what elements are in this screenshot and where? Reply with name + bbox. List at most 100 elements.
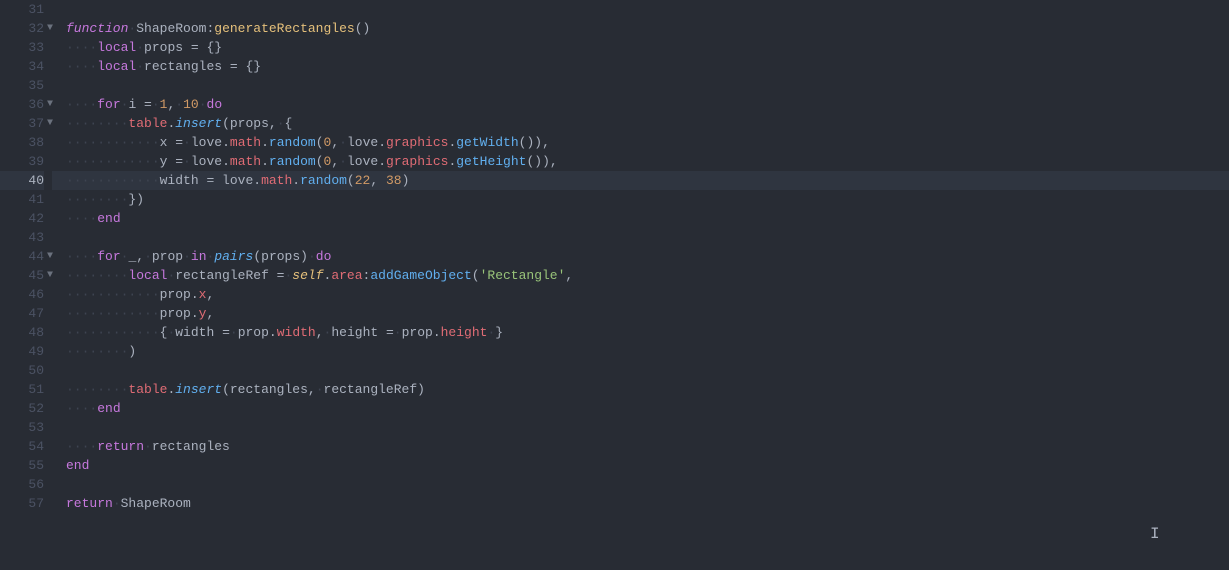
- token-punc: .: [253, 173, 261, 188]
- line-number[interactable]: 53: [0, 418, 44, 437]
- code-line[interactable]: [66, 475, 1229, 494]
- code-line[interactable]: ············{·width =·prop.width,·height…: [66, 323, 1229, 342]
- token-id: rectangles: [152, 439, 230, 454]
- token-kw: function: [66, 21, 128, 36]
- code-line[interactable]: ········local·rectangleRef =·self.area:a…: [66, 266, 1229, 285]
- code-line[interactable]: ············prop.x,: [66, 285, 1229, 304]
- token-ws: ········: [66, 192, 128, 207]
- token-ws: ············: [66, 154, 160, 169]
- token-kw2: do: [316, 249, 332, 264]
- code-line[interactable]: [66, 228, 1229, 247]
- line-number[interactable]: 36▼: [0, 95, 44, 114]
- token-prop: graphics: [386, 135, 448, 150]
- code-line[interactable]: ····local·rectangles = {}: [66, 57, 1229, 76]
- code-line[interactable]: ····end: [66, 209, 1229, 228]
- line-number[interactable]: 31: [0, 0, 44, 19]
- code-line[interactable]: ····for·_,·prop·in·pairs(props)·do: [66, 247, 1229, 266]
- code-area[interactable]: function·ShapeRoom:generateRectangles()·…: [52, 0, 1229, 570]
- token-ws: ·: [144, 249, 152, 264]
- token-id: love: [191, 154, 222, 169]
- line-number[interactable]: 43: [0, 228, 44, 247]
- code-line[interactable]: ····return·rectangles: [66, 437, 1229, 456]
- token-ws: ············: [66, 135, 160, 150]
- token-ws: ·: [183, 154, 191, 169]
- code-line[interactable]: ····end: [66, 399, 1229, 418]
- token-prop: table: [128, 382, 167, 397]
- token-ws: ·: [175, 97, 183, 112]
- token-punc: ): [128, 344, 136, 359]
- code-editor[interactable]: 3132▼33343536▼37▼38394041424344▼45▼46474…: [0, 0, 1229, 570]
- line-gutter[interactable]: 3132▼33343536▼37▼38394041424344▼45▼46474…: [0, 0, 52, 570]
- code-line[interactable]: [66, 361, 1229, 380]
- token-punc: .: [191, 306, 199, 321]
- token-num: 38: [386, 173, 402, 188]
- token-builtin: insert: [175, 116, 222, 131]
- token-op: =: [230, 59, 238, 74]
- token-fn: getWidth: [456, 135, 518, 150]
- code-line[interactable]: ········}): [66, 190, 1229, 209]
- line-number[interactable]: 33: [0, 38, 44, 57]
- token-ws: ·: [183, 249, 191, 264]
- code-line[interactable]: end: [66, 456, 1229, 475]
- token-fn: random: [269, 154, 316, 169]
- line-number[interactable]: 46: [0, 285, 44, 304]
- line-number[interactable]: 50: [0, 361, 44, 380]
- token-self: self: [292, 268, 323, 283]
- code-line[interactable]: ············y =·love.math.random(0,·love…: [66, 152, 1229, 171]
- line-number[interactable]: 34: [0, 57, 44, 76]
- token-punc: ,: [370, 173, 386, 188]
- line-number[interactable]: 52: [0, 399, 44, 418]
- token-ws: ·: [183, 135, 191, 150]
- line-number[interactable]: 39: [0, 152, 44, 171]
- line-number[interactable]: 48: [0, 323, 44, 342]
- token-id: prop: [402, 325, 433, 340]
- token-id: love: [191, 135, 222, 150]
- code-line[interactable]: ········table.insert(rectangles,·rectang…: [66, 380, 1229, 399]
- token-punc: ,: [206, 287, 214, 302]
- line-number[interactable]: 40: [0, 171, 44, 190]
- line-number[interactable]: 49: [0, 342, 44, 361]
- line-number[interactable]: 57: [0, 494, 44, 513]
- code-line[interactable]: ········table.insert(props,·{: [66, 114, 1229, 133]
- token-punc: .: [222, 135, 230, 150]
- token-ws: ·: [339, 154, 347, 169]
- code-line[interactable]: [66, 418, 1229, 437]
- line-number[interactable]: 47: [0, 304, 44, 323]
- code-line[interactable]: ············prop.y,: [66, 304, 1229, 323]
- line-number[interactable]: 38: [0, 133, 44, 152]
- token-id: ShapeRoom: [136, 21, 206, 36]
- line-number[interactable]: 44▼: [0, 247, 44, 266]
- line-number[interactable]: 55: [0, 456, 44, 475]
- code-line[interactable]: [66, 76, 1229, 95]
- line-number[interactable]: 37▼: [0, 114, 44, 133]
- line-number[interactable]: 54: [0, 437, 44, 456]
- line-number[interactable]: 51: [0, 380, 44, 399]
- token-ws: ········: [66, 268, 128, 283]
- code-line[interactable]: ············x =·love.math.random(0,·love…: [66, 133, 1229, 152]
- token-fn: random: [269, 135, 316, 150]
- line-number[interactable]: 56: [0, 475, 44, 494]
- token-op: =: [144, 97, 152, 112]
- code-line[interactable]: function·ShapeRoom:generateRectangles(): [66, 19, 1229, 38]
- line-number[interactable]: 42: [0, 209, 44, 228]
- token-punc: .: [222, 154, 230, 169]
- code-line[interactable]: ············width = love.math.random(22,…: [52, 171, 1229, 190]
- code-line[interactable]: return·ShapeRoom: [66, 494, 1229, 513]
- line-number[interactable]: 41: [0, 190, 44, 209]
- code-line[interactable]: ········): [66, 342, 1229, 361]
- token-punc: .: [433, 325, 441, 340]
- token-id: prop: [160, 287, 191, 302]
- line-number[interactable]: 45▼: [0, 266, 44, 285]
- line-number[interactable]: 32▼: [0, 19, 44, 38]
- token-prop: height: [441, 325, 488, 340]
- code-line[interactable]: [66, 0, 1229, 19]
- line-number[interactable]: 35: [0, 76, 44, 95]
- token-ws: ····: [66, 59, 97, 74]
- token-ws: ····: [66, 401, 97, 416]
- token-prop: math: [230, 135, 261, 150]
- code-line[interactable]: ····local·props = {}: [66, 38, 1229, 57]
- token-kw2: local: [97, 59, 136, 74]
- code-line[interactable]: ····for·i =·1,·10·do: [66, 95, 1229, 114]
- token-id: props: [261, 249, 300, 264]
- token-id: width: [175, 325, 222, 340]
